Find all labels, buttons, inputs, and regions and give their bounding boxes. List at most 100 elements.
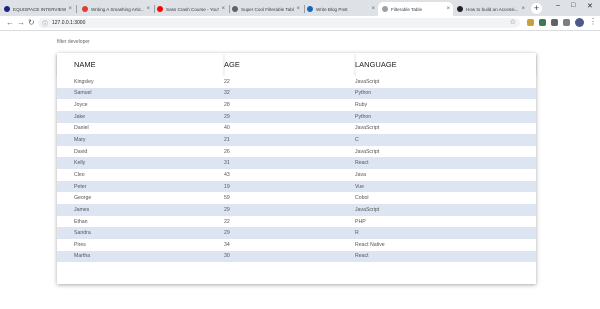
cell-age: 21 bbox=[224, 134, 355, 146]
cell-language: R bbox=[355, 227, 536, 239]
tab-close-icon[interactable]: × bbox=[146, 6, 150, 12]
cell-language: Java bbox=[355, 169, 536, 181]
cell-language: JavaScript bbox=[355, 76, 536, 88]
cell-name: Jake bbox=[57, 110, 224, 123]
cell-language: JavaScript bbox=[355, 122, 536, 135]
back-icon[interactable]: ← bbox=[6, 18, 14, 28]
tab-close-icon[interactable]: × bbox=[371, 6, 375, 12]
cell-language: JavaScript bbox=[355, 145, 536, 158]
menu-icon[interactable]: ⋮ bbox=[589, 17, 597, 26]
extension-icon[interactable] bbox=[539, 19, 546, 26]
cell-age: 31 bbox=[224, 157, 355, 170]
browser-toolbar: ← → ↻ ⓘ 127.0.0.1:3000 ☆ ⋮ bbox=[0, 16, 600, 31]
tab-title: Filterable Table bbox=[391, 6, 423, 12]
star-icon[interactable]: ☆ bbox=[510, 18, 516, 26]
cell-language: Python bbox=[355, 110, 536, 123]
browser-tab[interactable]: Sass Crash Course - YouT... × bbox=[153, 2, 228, 16]
forward-icon[interactable]: → bbox=[17, 18, 25, 28]
cell-name: Sandra bbox=[57, 227, 224, 239]
tab-close-icon[interactable]: × bbox=[296, 6, 300, 12]
cell-age: 28 bbox=[224, 99, 355, 111]
tab-title: EQUISPACE INTERVIEW SEI... bbox=[13, 6, 67, 12]
browser-tab[interactable]: Writing A Smashing Artic... × bbox=[78, 2, 153, 16]
cell-age: 19 bbox=[224, 180, 355, 193]
table-row: Daniel 40 JavaScript bbox=[57, 122, 536, 135]
cell-age: 34 bbox=[224, 238, 355, 251]
cell-language: C bbox=[355, 134, 536, 146]
filter-input[interactable] bbox=[57, 38, 177, 46]
browser-tab[interactable]: EQUISPACE INTERVIEW SEI...× bbox=[0, 2, 75, 16]
reload-icon[interactable]: ↻ bbox=[28, 18, 35, 28]
cell-language: React bbox=[355, 157, 536, 170]
table-row: Jake 29 Python bbox=[57, 110, 536, 123]
extensions-puzzle-icon[interactable] bbox=[563, 19, 570, 26]
cell-age: 30 bbox=[224, 250, 355, 263]
browser-tab[interactable]: Filterable Table × bbox=[378, 2, 453, 16]
table-row: Cleo 43 Java bbox=[57, 169, 536, 181]
table-row: James 29 JavaScript bbox=[57, 204, 536, 216]
cell-name: Peter bbox=[57, 180, 224, 193]
cell-name: Joyce bbox=[57, 99, 224, 111]
address-bar[interactable]: ⓘ 127.0.0.1:3000 ☆ bbox=[38, 18, 520, 28]
tab-title: How to build an Accessi... bbox=[466, 6, 519, 12]
cell-name: Kelly bbox=[57, 157, 224, 170]
cell-name: Samuel bbox=[57, 87, 224, 100]
tab-separator bbox=[76, 5, 77, 13]
minimize-button[interactable]: – bbox=[556, 2, 560, 9]
cell-name: Kingsley bbox=[57, 76, 224, 88]
table-header-row: NAME AGE LANGUAGE bbox=[57, 53, 536, 76]
tab-favicon-icon bbox=[82, 6, 88, 12]
table-row: George 59 Cobol bbox=[57, 192, 536, 205]
cell-name: James bbox=[57, 204, 224, 216]
cell-name: Mary bbox=[57, 134, 224, 146]
table-row: Mary 21 C bbox=[57, 134, 536, 146]
tab-favicon-icon bbox=[382, 6, 388, 12]
table-row: Sandra 29 R bbox=[57, 227, 536, 239]
cell-language: React bbox=[355, 250, 536, 263]
header-name[interactable]: NAME bbox=[57, 53, 224, 76]
cell-age: 59 bbox=[224, 192, 355, 205]
tab-close-icon[interactable]: × bbox=[221, 6, 225, 12]
tab-favicon-icon bbox=[232, 6, 238, 12]
developer-table-card: NAME AGE LANGUAGE Kingsley 22 JavaScript Sa… bbox=[57, 53, 536, 284]
cell-age: 29 bbox=[224, 227, 355, 239]
cell-age: 29 bbox=[224, 110, 355, 123]
tab-favicon-icon bbox=[457, 6, 463, 12]
table-row: Joyce 28 Ruby bbox=[57, 99, 536, 111]
browser-tab[interactable]: How to build an Accessi... × bbox=[453, 2, 528, 16]
maximize-button[interactable]: □ bbox=[571, 2, 575, 9]
tab-close-icon[interactable]: × bbox=[446, 6, 450, 12]
header-language[interactable]: LANGUAGE bbox=[355, 53, 536, 76]
browser-tab[interactable]: Super Cool Filterable Tabl... × bbox=[228, 2, 303, 16]
extension-icon[interactable] bbox=[551, 19, 558, 26]
cell-language: PHP bbox=[355, 215, 536, 228]
cell-age: 22 bbox=[224, 215, 355, 228]
cell-age: 32 bbox=[224, 87, 355, 100]
browser-tab[interactable]: Write Blog Post × bbox=[303, 2, 378, 16]
table-row: Kelly 31 React bbox=[57, 157, 536, 170]
info-icon[interactable]: ⓘ bbox=[42, 19, 48, 28]
cell-name: David bbox=[57, 145, 224, 158]
cell-name: George bbox=[57, 192, 224, 205]
extension-icon[interactable] bbox=[527, 19, 534, 26]
cell-language: Vue bbox=[355, 180, 536, 193]
cell-age: 40 bbox=[224, 122, 355, 135]
tab-favicon-icon bbox=[4, 6, 10, 12]
tab-title: Write Blog Post bbox=[316, 6, 348, 12]
close-window-button[interactable]: ✕ bbox=[587, 2, 593, 10]
cell-language: Ruby bbox=[355, 99, 536, 111]
tab-close-icon[interactable]: × bbox=[68, 6, 72, 12]
url-text[interactable]: 127.0.0.1:3000 bbox=[52, 20, 85, 26]
table-row: David 26 JavaScript bbox=[57, 145, 536, 158]
table-row: Pires 34 React Native bbox=[57, 238, 536, 251]
profile-avatar[interactable] bbox=[575, 18, 584, 27]
cell-language: React Native bbox=[355, 238, 536, 251]
new-tab-button[interactable]: + bbox=[531, 3, 542, 14]
tab-close-icon[interactable]: × bbox=[521, 6, 525, 12]
table-row: Samuel 32 Python bbox=[57, 87, 536, 100]
cell-name: Daniel bbox=[57, 122, 224, 135]
header-age[interactable]: AGE bbox=[224, 53, 355, 76]
cell-name: Ethan bbox=[57, 215, 224, 228]
cell-age: 29 bbox=[224, 204, 355, 216]
cell-language: JavaScript bbox=[355, 204, 536, 216]
